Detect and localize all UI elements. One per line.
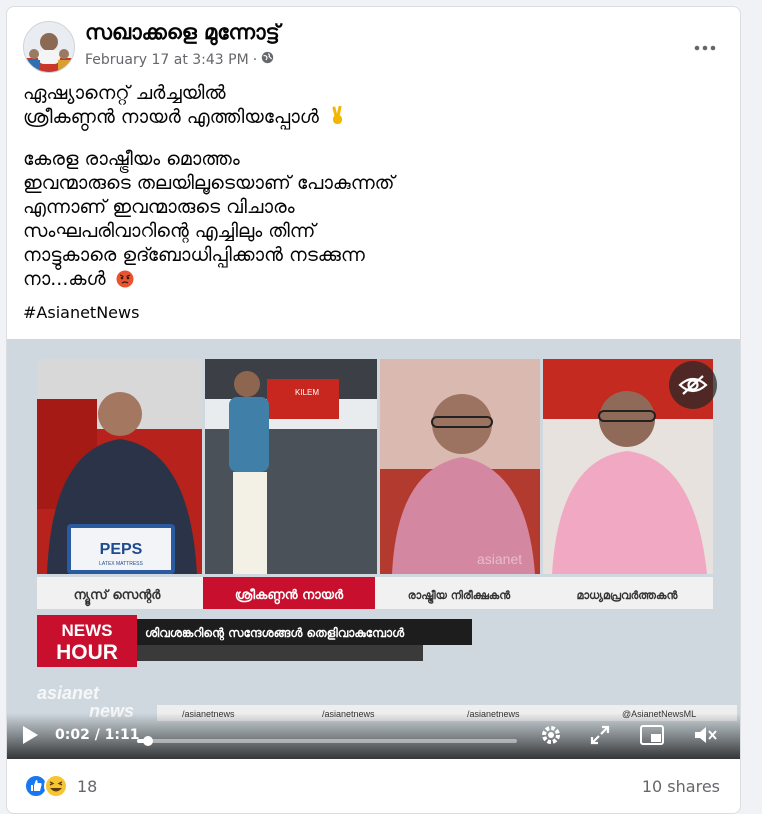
- video-controls: 0:02 / 1:11: [7, 713, 740, 759]
- play-icon: [23, 726, 38, 744]
- settings-button[interactable]: [539, 723, 563, 751]
- tv-hour-label: HOUR: [56, 641, 118, 664]
- post-timestamp[interactable]: February 17 at 3:43 PM: [85, 52, 249, 68]
- text-line: നാ...കൾ: [23, 268, 106, 290]
- post-card: സഖാക്കളെ മുന്നോട്ട് February 17 at 3:43 …: [6, 6, 741, 814]
- text-line-with-emoji: ശ്രീകണ്ഠൻ നായർ എത്തിയപ്പോൾ: [23, 105, 723, 132]
- tv-caption-political-observer: രാഷ്ട്രീയ നിരീക്ഷകൻ: [408, 589, 512, 604]
- hashtag-link[interactable]: #AsianetNews: [23, 303, 139, 322]
- expand-button[interactable]: [589, 724, 611, 750]
- reaction-count[interactable]: 18: [77, 777, 97, 796]
- angry-face-icon: [116, 270, 134, 294]
- mute-button[interactable]: [693, 724, 719, 750]
- video-frame: PEPS LATEX MATTRESS KILEM ന്യൂസ് സെന്റർ …: [7, 339, 740, 759]
- tv-channel-logo-asianet: asianet: [37, 683, 100, 703]
- text-line: കേരള രാഷ്ട്രീയം മൊത്തം: [23, 148, 240, 170]
- text-line: സംഘപരിവാറിന്റെ എച്ചിലും തിന്ന്: [23, 220, 316, 242]
- panel-news-center: PEPS LATEX MATTRESS: [37, 359, 202, 574]
- video-time-display: 0:02 / 1:11: [55, 727, 140, 743]
- gear-icon: [542, 726, 560, 744]
- expand-arrows-icon: [590, 725, 610, 745]
- play-button[interactable]: [21, 725, 39, 749]
- video-player[interactable]: PEPS LATEX MATTRESS KILEM ന്യൂസ് സെന്റർ …: [7, 339, 740, 759]
- text-line: ശ്രീകണ്ഠൻ നായർ എത്തിയപ്പോൾ: [23, 106, 319, 128]
- post-footer: 18 10 shares: [7, 759, 740, 813]
- tv-caption-sreekandan-nair: ശ്രീകണ്ഠൻ നായർ: [235, 587, 344, 606]
- progress-handle[interactable]: [142, 736, 153, 746]
- victory-hand-icon: [329, 105, 347, 132]
- tv-caption-journalist: മാധ്യമപ്രവർത്തകൻ: [577, 589, 679, 603]
- tv-studio-screen: KILEM: [295, 388, 319, 397]
- post-text-paragraph-1: ഏഷ്യാനെറ്റ് ചർച്ചയിൽ ശ്രീകണ്ഠൻ നായർ എത്ത…: [23, 81, 723, 132]
- ellipsis-icon: [694, 45, 716, 51]
- text-line: എന്നാണ് ഇവന്മാരുടെ വിചാരം: [23, 196, 295, 218]
- text-line-with-emoji: നാ...കൾ: [23, 267, 723, 294]
- globe-icon: [261, 51, 274, 68]
- video-progress-bar[interactable]: [137, 736, 517, 746]
- tv-news-label: NEWS: [62, 621, 113, 640]
- tv-peps-logo: PEPS: [100, 541, 143, 558]
- panel-political-observer: [380, 359, 540, 574]
- eye-slash-icon: [678, 375, 708, 395]
- text-line: ഇവന്മാരുടെ തലയിലൂടെയാണ് പോകുന്നത്: [23, 172, 395, 194]
- text-line: ഏഷ്യാനെറ്റ് ചർച്ചയിൽ: [23, 82, 226, 104]
- panel-presenter: KILEM: [205, 359, 377, 574]
- post-text-paragraph-2: കേരള രാഷ്ട്രീയം മൊത്തം ഇവന്മാരുടെ തലയിലൂ…: [23, 147, 723, 294]
- hide-video-button[interactable]: [669, 361, 717, 409]
- more-options-button[interactable]: [688, 31, 722, 65]
- like-reaction-icon: [24, 774, 48, 798]
- picture-in-picture-button[interactable]: [639, 724, 665, 750]
- tv-peps-subtitle: LATEX MATTRESS: [99, 561, 143, 567]
- reaction-icons[interactable]: [23, 773, 75, 799]
- meta-separator: ·: [252, 51, 258, 68]
- text-line: നാട്ടുകാരെ ഉദ്ബോധിപ്പിക്കാൻ നടക്കുന്ന: [23, 244, 365, 266]
- shares-count[interactable]: 10 shares: [642, 777, 720, 796]
- tv-headline: ശിവശങ്കറിന്റെ സന്ദേശങ്ങൾ തെളിവാകുമ്പോൾ: [145, 626, 405, 641]
- tv-watermark: asianet: [477, 551, 522, 567]
- post-meta: February 17 at 3:43 PM ·: [85, 51, 274, 68]
- speaker-muted-icon: [695, 727, 717, 743]
- picture-in-picture-icon: [640, 725, 664, 745]
- haha-reaction-icon: [44, 774, 68, 798]
- page-name-link[interactable]: സഖാക്കളെ മുന്നോട്ട്: [85, 20, 280, 45]
- page-avatar[interactable]: [23, 21, 75, 73]
